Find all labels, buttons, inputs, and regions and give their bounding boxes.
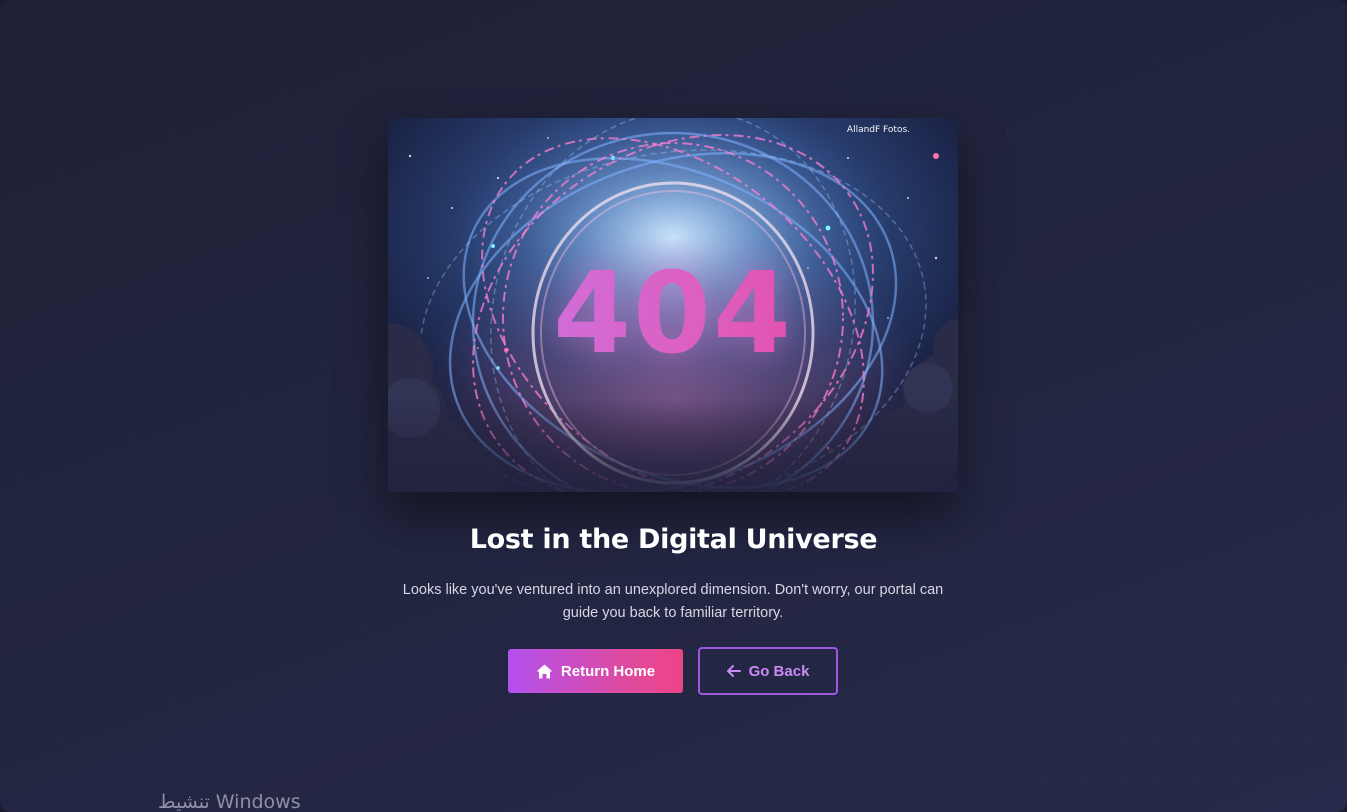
error-page: 404 AllandF Fotos. Lost in the Digital U… [0,0,1347,812]
home-icon [536,664,553,679]
page-title: Lost in the Digital Universe [469,524,878,555]
hero-image: 404 AllandF Fotos. [388,118,958,492]
error-code: 404 [388,258,958,370]
windows-activation-watermark: تنشيط Windows [158,791,301,812]
return-home-button[interactable]: Return Home [508,649,683,693]
return-home-label: Return Home [560,662,656,680]
image-caption: AllandF Fotos. [846,125,910,135]
go-back-button[interactable]: Go Back [698,647,838,695]
page-description: Looks like you've ventured into an unexp… [402,582,944,621]
arrow-left-icon [726,665,741,677]
go-back-label: Go Back [748,662,810,680]
